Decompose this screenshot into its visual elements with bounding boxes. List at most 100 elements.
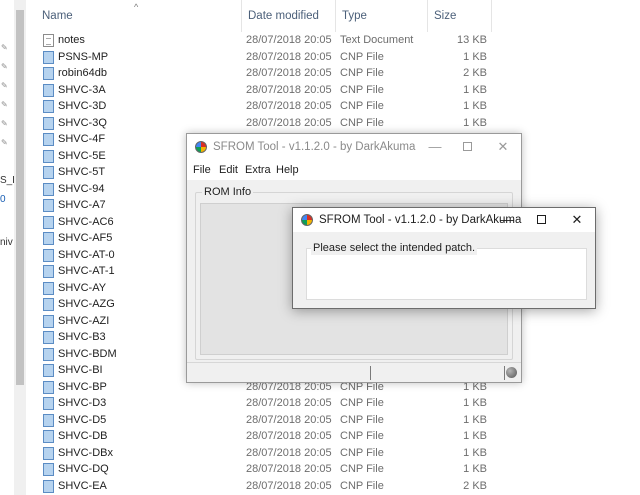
- file-name: SHVC-AY: [58, 281, 107, 294]
- cnp-file-icon: [43, 364, 54, 377]
- file-row[interactable]: SHVC-DBx 28/07/2018 20:05 CNP File 1 KB: [26, 445, 640, 462]
- status-separator: [504, 366, 505, 380]
- cnp-file-icon: [43, 67, 54, 80]
- cnp-file-icon: [43, 479, 54, 493]
- file-type: CNP File: [340, 397, 384, 409]
- pin-icon[interactable]: ✎: [1, 82, 9, 90]
- file-row[interactable]: SHVC-DB 28/07/2018 20:05 CNP File 1 KB: [26, 428, 640, 445]
- minimize-button[interactable]: —: [489, 208, 525, 232]
- minimize-button[interactable]: —: [417, 134, 453, 160]
- cnp-file-icon: [43, 298, 54, 311]
- cnp-file-icon: [43, 50, 54, 64]
- file-date-modified: 28/07/2018 20:05: [246, 446, 332, 459]
- file-row[interactable]: robin64db 28/07/2018 20:05 CNP File 2 KB: [26, 65, 640, 82]
- file-row[interactable]: SHVC-D3 28/07/2018 20:05 CNP File 1 KB: [26, 395, 640, 412]
- file-row[interactable]: SHVC-EA 28/07/2018 20:05 CNP File 2 KB: [26, 478, 640, 495]
- nav-fragment[interactable]: niv: [0, 237, 13, 248]
- file-date-modified: 28/07/2018 20:05: [246, 67, 332, 79]
- pin-icon[interactable]: ✎: [1, 120, 9, 128]
- cnp-file-icon: [43, 83, 54, 97]
- file-type: CNP File: [340, 83, 384, 96]
- file-name: SHVC-3A: [58, 83, 106, 96]
- file-row[interactable]: PSNS-MP 28/07/2018 20:05 CNP File 1 KB: [26, 49, 640, 66]
- cnp-file-icon: [43, 166, 54, 179]
- file-row[interactable]: SHVC-3D 28/07/2018 20:05 CNP File 1 KB: [26, 98, 640, 115]
- close-button[interactable]: ✕: [559, 208, 595, 232]
- menu-edit[interactable]: Edit: [219, 160, 238, 180]
- patch-prompt-label: Please select the intended patch.: [311, 241, 478, 255]
- column-header-name[interactable]: Name: [36, 0, 242, 32]
- file-row[interactable]: SHVC-3Q 28/07/2018 20:05 CNP File 1 KB: [26, 115, 640, 132]
- cnp-file-icon: [43, 446, 54, 460]
- column-header-date[interactable]: Date modified: [242, 0, 336, 32]
- cnp-file-icon: [43, 397, 54, 410]
- scrollbar-thumb[interactable]: [16, 10, 24, 385]
- pin-icon[interactable]: ✎: [1, 63, 9, 71]
- main-window-titlebar[interactable]: SFROM Tool - v1.1.2.0 - by DarkAkuma — ✕: [187, 134, 521, 160]
- file-name: SHVC-3Q: [58, 116, 107, 129]
- file-type: CNP File: [340, 430, 384, 442]
- cnp-file-icon: [43, 133, 54, 146]
- file-date-modified: 28/07/2018 20:05: [246, 397, 332, 409]
- file-size: 1 KB: [463, 463, 487, 475]
- patch-dialog-titlebar[interactable]: SFROM Tool - v1.1.2.0 - by DarkAkuma — ✕: [293, 208, 595, 232]
- file-row[interactable]: SHVC-3A 28/07/2018 20:05 CNP File 1 KB: [26, 82, 640, 99]
- file-row[interactable]: SHVC-D5 28/07/2018 20:05 CNP File 1 KB: [26, 412, 640, 429]
- file-name: SHVC-DBx: [58, 446, 114, 459]
- navigation-scrollbar[interactable]: [14, 0, 26, 495]
- patch-selection-area[interactable]: [306, 248, 587, 300]
- cnp-file-icon: [43, 347, 54, 361]
- file-name: SHVC-EA: [58, 479, 107, 492]
- column-header-type[interactable]: Type: [336, 0, 428, 32]
- sfrom-app-icon: [195, 141, 207, 153]
- cnp-file-icon: [43, 380, 54, 394]
- patch-dialog: SFROM Tool - v1.1.2.0 - by DarkAkuma — ✕…: [292, 207, 596, 309]
- navigation-pane-strip: ✎ ✎ ✎ ✎ ✎ ✎ S_L 0 niv: [0, 0, 14, 495]
- file-type: CNP File: [340, 67, 384, 79]
- file-name: SHVC-AC6: [58, 215, 114, 228]
- nav-fragment[interactable]: S_L: [0, 175, 14, 186]
- menu-file[interactable]: File: [193, 160, 211, 180]
- pin-icon[interactable]: ✎: [1, 139, 9, 147]
- file-size: 1 KB: [463, 413, 487, 426]
- maximize-button[interactable]: [449, 134, 485, 160]
- close-button[interactable]: ✕: [485, 134, 521, 160]
- rom-info-label: ROM Info: [202, 186, 254, 198]
- menu-bar: File Edit Extra Help: [187, 160, 521, 180]
- pin-icon[interactable]: ✎: [1, 101, 9, 109]
- file-name: SHVC-BDM: [58, 347, 117, 360]
- cnp-file-icon: [43, 215, 54, 229]
- file-size: 1 KB: [463, 397, 487, 409]
- cnp-file-icon: [43, 314, 54, 328]
- cnp-file-icon: [43, 248, 54, 262]
- file-name: notes: [58, 34, 85, 46]
- file-row[interactable]: SHVC-DQ 28/07/2018 20:05 CNP File 1 KB: [26, 461, 640, 478]
- status-separator: [370, 366, 371, 380]
- file-size: 1 KB: [463, 100, 487, 112]
- file-name: SHVC-A7: [58, 199, 106, 211]
- file-name: robin64db: [58, 67, 107, 79]
- file-name: SHVC-D3: [58, 397, 107, 409]
- file-size: 1 KB: [463, 446, 487, 459]
- menu-help[interactable]: Help: [276, 160, 299, 180]
- file-row[interactable]: notes 28/07/2018 20:05 Text Document 13 KB: [26, 32, 640, 49]
- file-name: SHVC-3D: [58, 100, 107, 112]
- file-name: SHVC-BP: [58, 380, 107, 393]
- column-header-size[interactable]: Size: [428, 0, 492, 32]
- text-document-icon: [43, 34, 54, 47]
- pin-icon[interactable]: ✎: [1, 44, 9, 52]
- cnp-file-icon: [43, 265, 54, 278]
- cnp-file-icon: [43, 100, 54, 113]
- file-name: SHVC-DQ: [58, 463, 109, 475]
- menu-extra[interactable]: Extra: [245, 160, 271, 180]
- sfrom-app-icon: [301, 214, 313, 226]
- file-type: CNP File: [340, 50, 384, 63]
- file-date-modified: 28/07/2018 20:05: [246, 430, 332, 442]
- main-window-title: SFROM Tool - v1.1.2.0 - by DarkAkuma: [213, 141, 416, 153]
- nav-fragment[interactable]: 0: [0, 194, 6, 205]
- maximize-button[interactable]: [523, 208, 559, 232]
- file-date-modified: 28/07/2018 20:05: [246, 463, 332, 475]
- file-name: SHVC-DB: [58, 430, 108, 442]
- file-date-modified: 28/07/2018 20:05: [246, 116, 332, 129]
- cnp-file-icon: [43, 463, 54, 476]
